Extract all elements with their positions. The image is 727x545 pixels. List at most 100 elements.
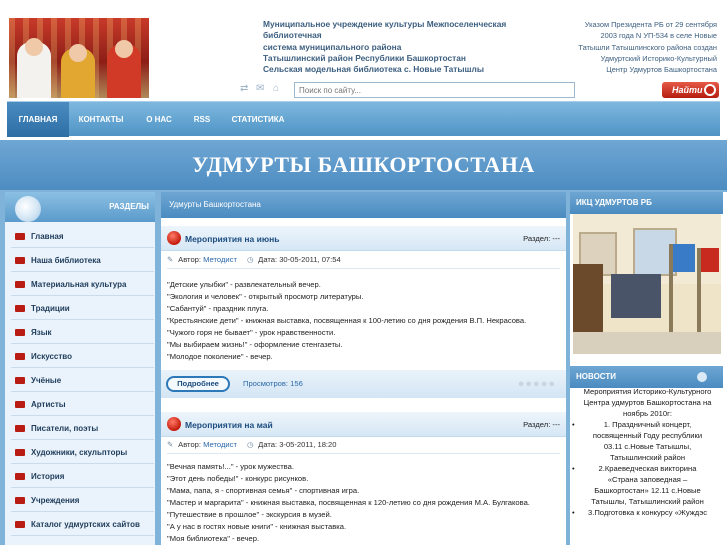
sidebar-item-traditions[interactable]: Традиции [11, 297, 154, 320]
folder-icon [15, 521, 25, 528]
nav-home[interactable]: ГЛАВНАЯ [7, 102, 69, 137]
divider [167, 268, 560, 269]
clock-icon: ◷ [247, 440, 254, 449]
post-line: "Сабантуй" - праздник плуга. [167, 304, 269, 313]
nav-contacts[interactable]: КОНТАКТЫ [69, 102, 133, 137]
pen-icon: ✎ [167, 440, 174, 449]
sidebar-header: РАЗДЕЛЫ [5, 192, 155, 222]
round-icon [697, 372, 707, 382]
author-link[interactable]: Методист [203, 255, 237, 264]
right-sidebar: ИКЦ УДМУРТОВ РБ НОВОСТИ Мероприятия Исто… [570, 192, 727, 545]
sidebar-item-artists[interactable]: Артисты [11, 393, 154, 416]
main-nav: ГЛАВНАЯ КОНТАКТЫ О НАС RSS СТАТИСТИКА [7, 101, 720, 137]
sidebar-title: РАЗДЕЛЫ [109, 202, 149, 211]
news-title: НОВОСТИ [576, 372, 617, 381]
read-more-button[interactable]: Подробнее [166, 376, 230, 392]
sidebar-item-scientists[interactable]: Учёные [11, 369, 154, 392]
sidebar-item-art[interactable]: Искусство [11, 345, 154, 368]
sidebar-item-label: Наша библиотека [31, 256, 101, 265]
news-item-line: Башкортостан» 12.11 с.Новые [594, 486, 701, 495]
pen-icon: ✎ [167, 255, 174, 264]
news-post: Мероприятия на май Раздел: --- ✎ Автор: … [161, 412, 566, 545]
sidebar-item-label: Учреждения [31, 496, 80, 505]
sidebar-item-language[interactable]: Язык [11, 321, 154, 344]
red-ball-icon [167, 417, 181, 431]
magnifier-icon [15, 196, 41, 222]
nav-about[interactable]: О НАС [133, 102, 185, 137]
sidebar-item-label: История [31, 472, 65, 481]
post-title[interactable]: Мероприятия на июнь [185, 234, 279, 244]
news-intro-line: Мероприятия Историко-Культурного [583, 387, 712, 396]
news-item-line: Татышлинский район [609, 453, 686, 462]
sidebar-item-sites-catalog[interactable]: Каталог удмуртских сайтов [11, 513, 154, 536]
sidebar-item-label: Писатели, поэты [31, 424, 99, 433]
post-line: "Моя библиотека" - вечер. [167, 534, 260, 543]
bullet-icon: • [572, 508, 575, 517]
search-input[interactable] [294, 82, 575, 98]
ikc-block-title: ИКЦ УДМУРТОВ РБ [570, 192, 723, 214]
decree-text: Указом Президента РБ от 29 сентября 2003… [578, 20, 717, 75]
sidebar-item-label: Артисты [31, 400, 66, 409]
header: Муниципальное учреждение культуры Межпос… [0, 0, 727, 140]
news-item-line: посвященный Году республики [592, 431, 703, 440]
sitemap-icon[interactable]: ⇄ [240, 84, 250, 94]
sidebar-item-institutions[interactable]: Учреждения [11, 489, 154, 512]
post-footer: Подробнее Просмотров: 156 ●●●●● [161, 370, 566, 398]
post-line: "Экология и человек" - открытый просмотр… [167, 292, 364, 301]
sidebar-item-painters[interactable]: Художники, скульпторы [11, 441, 154, 464]
post-header: Мероприятия на май Раздел: --- [161, 412, 566, 437]
sidebar-item-library[interactable]: Наша библиотека [11, 249, 154, 272]
news-item-line: 03.11 с.Новые Татышлы, [603, 442, 692, 451]
folder-icon [15, 497, 25, 504]
folder-icon [15, 329, 25, 336]
sidebar-item-writers[interactable]: Писатели, поэты [11, 417, 154, 440]
sidebar-item-material-culture[interactable]: Материальная культура [11, 273, 154, 296]
main-content: Удмурты Башкортостана Мероприятия на июн… [161, 192, 566, 545]
sidebar-item-label: Традиции [31, 304, 70, 313]
sidebar-item-label: Каталог удмуртских сайтов [31, 520, 140, 529]
feedback-icon[interactable]: ✉ [256, 84, 266, 94]
folder-icon [15, 233, 25, 240]
post-line: "А у нас в гостях новые книги" - книжная… [167, 522, 347, 531]
post-date: Дата: 3-05-2011, 18:20 [258, 440, 337, 449]
news-intro-line: Центра удмуртов Башкортостана на [583, 398, 712, 407]
breadcrumb: Удмурты Башкортостана [161, 192, 566, 218]
post-line: "Молодое поколение" - вечер. [167, 352, 273, 361]
search-bar: ⇄ ✉ ⌂ Найти [226, 78, 727, 102]
sidebar-item-label: Главная [31, 232, 64, 241]
news-item: • 3.Подготовка к конкурсу «Жуждэс [572, 507, 723, 518]
author-link[interactable]: Методист [203, 440, 237, 449]
post-title[interactable]: Мероприятия на май [185, 420, 273, 430]
sidebar-item-history[interactable]: История [11, 465, 154, 488]
sidebar-item-home[interactable]: Главная [11, 225, 154, 248]
sidebar-item-label: Материальная культура [31, 280, 127, 289]
folder-icon [15, 377, 25, 384]
news-block-title: НОВОСТИ [570, 366, 723, 388]
clock-icon: ◷ [247, 255, 254, 264]
ikc-museum-photo[interactable] [573, 214, 721, 354]
bullet-icon: • [572, 464, 575, 473]
folder-icon [15, 473, 25, 480]
search-go-icon [704, 84, 716, 96]
news-item-line: 3.Подготовка к конкурсу «Жуждэс [587, 508, 707, 517]
author-label: Автор: [178, 255, 202, 264]
news-item-line: «Страна заповедная – [607, 475, 688, 484]
sidebar-item-label: Художники, скульпторы [31, 448, 128, 457]
post-line: "Чужого горя не бывает" - урок нравствен… [167, 328, 336, 337]
news-item-line: Татышлы, Татышлинский район [591, 497, 704, 506]
post-header: Мероприятия на июнь Раздел: --- [161, 226, 566, 251]
post-line: "Вечная память!..." - урок мужества. [167, 462, 294, 471]
post-line: "Путешествие в прошлое" - экскурсия в му… [167, 510, 332, 519]
home-icon[interactable]: ⌂ [273, 84, 283, 94]
post-date: Дата: 30-05-2011, 07:54 [258, 255, 341, 264]
news-post: Мероприятия на июнь Раздел: --- ✎ Автор:… [161, 226, 566, 402]
organization-title: Муниципальное учреждение культуры Межпос… [263, 19, 507, 75]
nav-rss[interactable]: RSS [185, 102, 219, 137]
rating-stars[interactable]: ●●●●● [518, 378, 556, 390]
search-button[interactable]: Найти [662, 82, 719, 98]
post-section: Раздел: --- [523, 234, 560, 243]
folder-icon [15, 305, 25, 312]
nav-statistics[interactable]: СТАТИСТИКА [219, 102, 297, 137]
search-button-label: Найти [672, 85, 703, 95]
post-line: "Мастер и маргарита" - книжная выставка,… [167, 498, 530, 507]
